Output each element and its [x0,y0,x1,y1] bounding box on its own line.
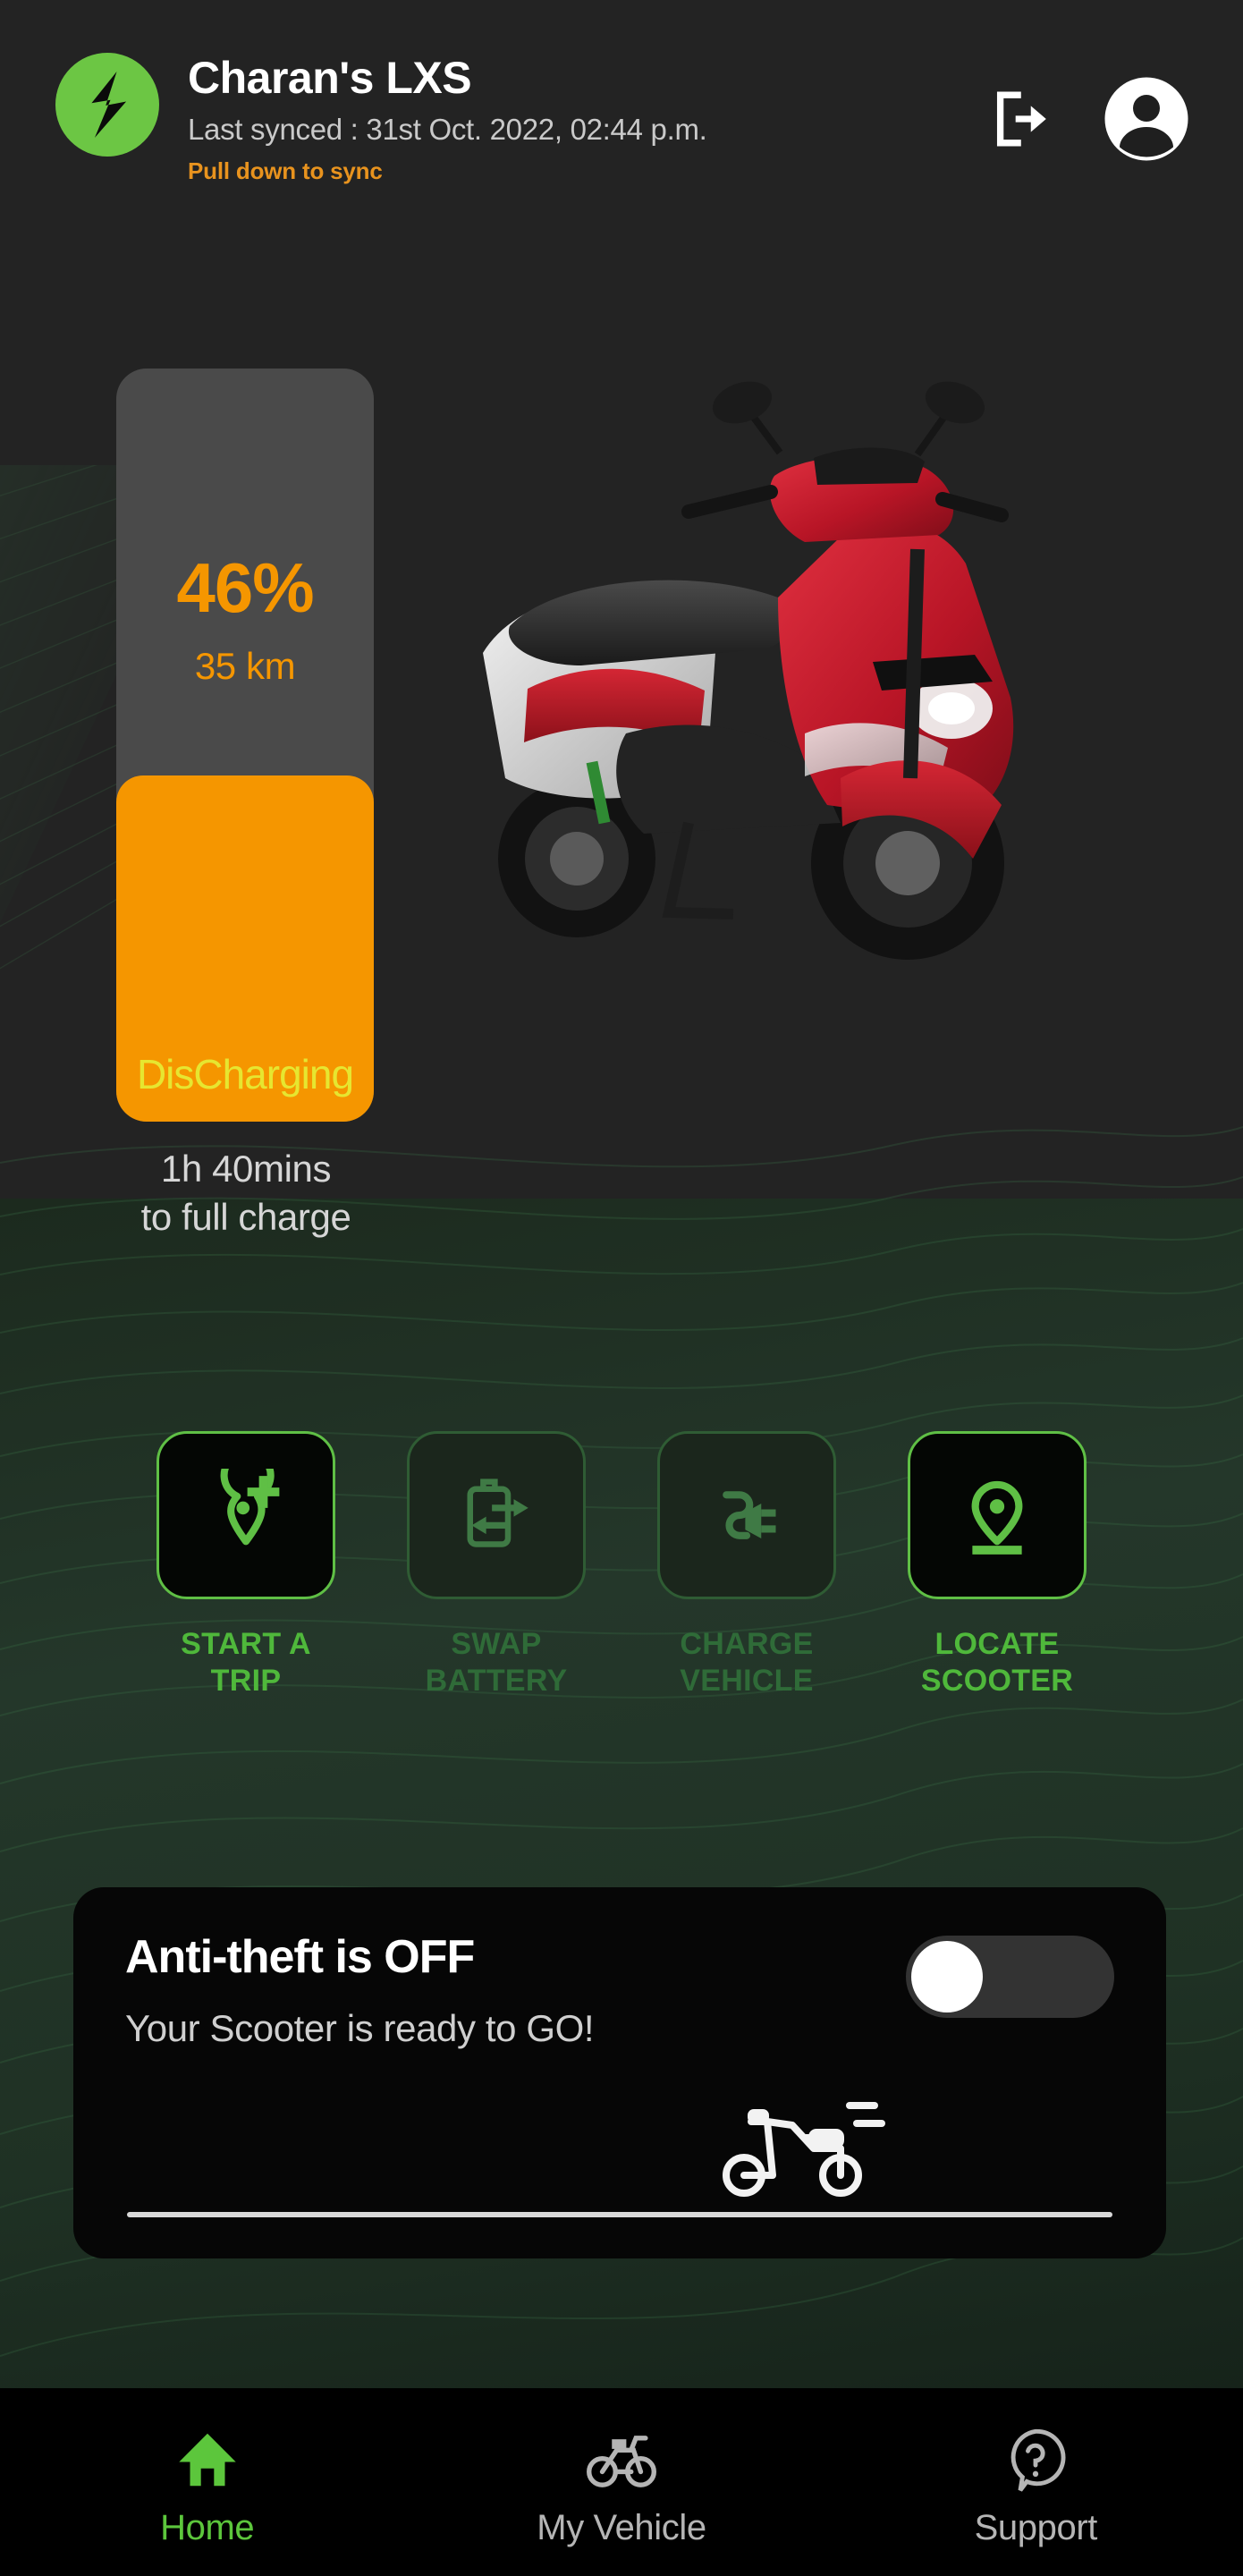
action-label-line2: TRIP [210,1664,282,1699]
brand-logo [55,53,159,157]
action-label-line1: START A [181,1627,311,1661]
anti-theft-header: Anti-theft is OFF Your Scooter is ready … [125,1930,1114,2050]
pull-to-sync-hint: Pull down to sync [188,157,383,184]
action-label-line2: VEHICLE [680,1664,814,1699]
page-title: Charan's LXS [188,53,472,103]
app-screen: Charan's LXS Last synced : 31st Oct. 202… [0,0,1243,2576]
home-icon [178,2433,236,2486]
locate-pin-icon [971,1480,1023,1555]
battery-fill: DisCharging [116,775,374,1122]
anti-theft-card: Anti-theft is OFF Your Scooter is ready … [73,1887,1166,2258]
battery-readout: 46% 35 km [116,369,374,688]
help-question-icon [1011,2428,1066,2492]
scooter-side-icon [723,2102,885,2197]
anti-theft-toggle-knob[interactable] [911,1941,983,2012]
action-swap-battery[interactable]: SWAP BATTERY [407,1431,586,1700]
action-charge-vehicle-box[interactable] [657,1431,836,1599]
action-charge-vehicle[interactable]: CHARGE VEHICLE [657,1431,836,1700]
battery-percentage: 46% [176,548,314,627]
anti-theft-title: Anti-theft is OFF [125,1931,475,1983]
action-label-line2: SCOOTER [920,1664,1074,1699]
action-swap-battery-label: SWAP BATTERY [426,1626,568,1700]
action-label-line2: BATTERY [425,1664,568,1699]
account-avatar-icon[interactable] [1103,76,1189,162]
bicycle-icon-wrap [583,2424,660,2496]
battery-gauge: 46% 35 km DisCharging [116,369,374,1122]
help-icon-wrap [1001,2424,1070,2496]
quick-actions-row: START A TRIP SWAP BATTERY CHARGE VEHICLE… [0,1431,1243,1700]
action-start-a-trip-label: START A TRIP [181,1626,311,1700]
battery-status-label: DisCharging [136,1051,354,1097]
action-start-a-trip[interactable]: START A TRIP [156,1431,335,1700]
anti-theft-toggle[interactable] [906,1936,1114,2018]
nav-item-my-vehicle[interactable]: My Vehicle [414,2388,828,2576]
logout-icon[interactable] [987,84,1057,154]
lightning-bolt-logo-icon [91,72,127,138]
action-locate-scooter-label: LOCATE SCOOTER [921,1626,1073,1700]
nav-label-home: Home [160,2507,255,2547]
charge-time-caption: to full charge [140,1195,351,1238]
action-label-line1: LOCATE [934,1627,1060,1661]
scooter-photo [483,381,1014,960]
charge-time-duration: 1h 40mins [160,1148,332,1190]
nav-item-support[interactable]: Support [829,2388,1243,2576]
bicycle-icon [587,2435,656,2487]
battery-range: 35 km [194,645,296,687]
last-synced-text: Last synced : 31st Oct. 2022, 02:44 p.m. [188,112,707,146]
nav-label-my-vehicle: My Vehicle [537,2507,706,2547]
battery-swap-icon [467,1479,528,1547]
action-start-a-trip-box[interactable] [156,1431,335,1599]
header-actions [987,49,1189,162]
app-header: Charan's LXS Last synced : 31st Oct. 202… [0,0,1243,268]
action-locate-scooter-box[interactable] [908,1431,1087,1599]
action-swap-battery-box[interactable] [407,1431,586,1599]
action-charge-vehicle-label: CHARGE VEHICLE [680,1626,813,1700]
vehicle-status-section: 46% 35 km DisCharging 1h 40mins to full … [0,349,1243,1243]
anti-theft-ground-line [127,2212,1112,2217]
nav-label-support: Support [974,2507,1098,2547]
bottom-navigation: Home My Vehicle Support [0,2388,1243,2576]
action-label-line1: CHARGE [680,1627,814,1661]
nav-item-home[interactable]: Home [0,2388,414,2576]
map-pin-plus-icon [220,1469,280,1546]
anti-theft-text: Anti-theft is OFF Your Scooter is ready … [125,1930,595,2050]
header-text-block: Charan's LXS Last synced : 31st Oct. 202… [188,49,987,185]
action-locate-scooter[interactable]: LOCATE SCOOTER [908,1431,1087,1700]
charge-time-note: 1h 40mins to full charge [63,1145,429,1241]
power-plug-icon [723,1491,776,1539]
home-icon-wrap [173,2424,242,2496]
action-label-line1: SWAP [451,1627,542,1661]
anti-theft-subtitle: Your Scooter is ready to GO! [125,2007,595,2049]
